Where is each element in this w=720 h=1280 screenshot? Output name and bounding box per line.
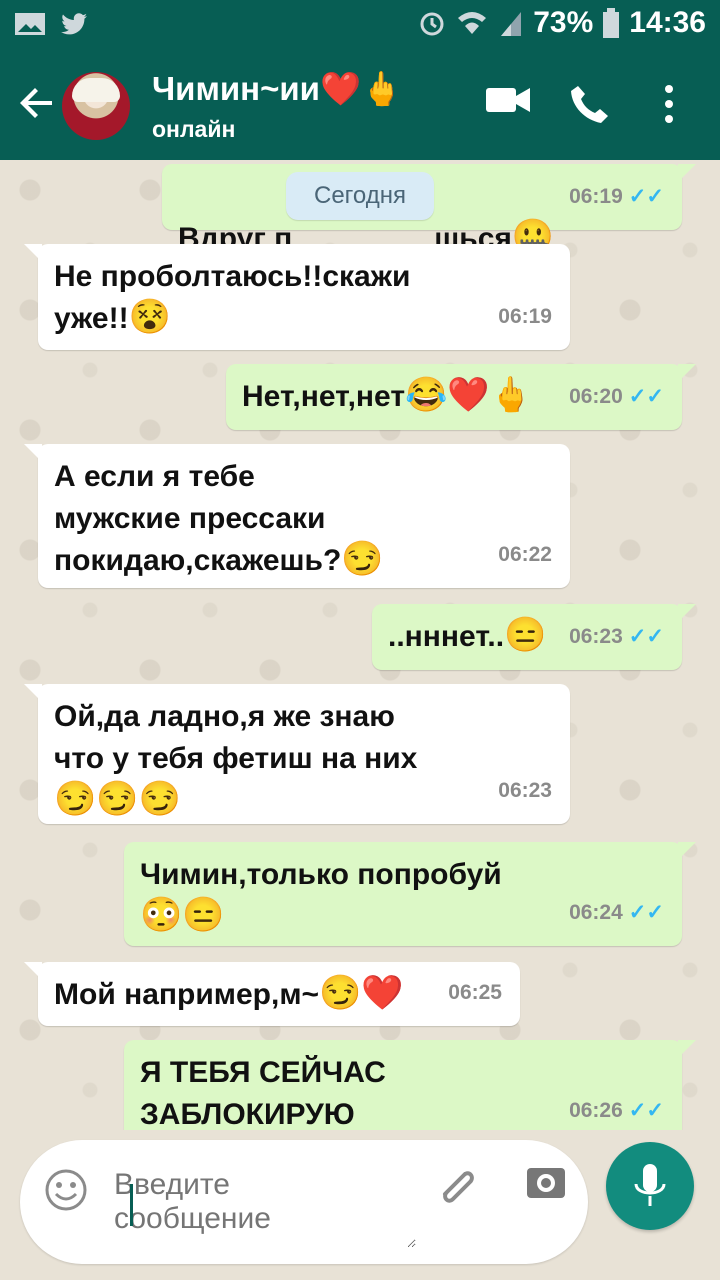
message-bubble-outgoing[interactable]: Чимин,только попробуй 😳😑 06:24 ✓✓ [124, 842, 696, 946]
read-receipt-icon: ✓✓ [628, 185, 664, 208]
wifi-icon [458, 12, 487, 34]
more-vertical-icon[interactable] [662, 82, 676, 126]
notification-icons [14, 10, 90, 38]
message-time: 06:19 [498, 305, 552, 328]
message-bubble-outgoing[interactable]: Нет,нет,нет😂❤️🖕 06:20 ✓✓ [226, 364, 696, 430]
message-time: 06:26 ✓✓ [569, 1099, 664, 1122]
message-text: Нет,нет,нет😂❤️🖕 [242, 376, 533, 414]
message-time: 06:20 ✓✓ [569, 385, 664, 408]
status-bar: 73% 14:36 [0, 0, 720, 48]
text-cursor [130, 1184, 133, 1226]
clock: 14:36 [629, 6, 706, 39]
read-receipt-icon: ✓✓ [628, 385, 664, 408]
message-time: 06:24 ✓✓ [569, 901, 664, 924]
read-receipt-icon: ✓✓ [628, 625, 664, 648]
message-input[interactable] [112, 1166, 416, 1248]
message-time: 06:25 [448, 981, 502, 1004]
attachment-icon[interactable] [434, 1164, 480, 1214]
system-status: 73% 14:36 [417, 6, 706, 40]
read-receipt-icon: ✓✓ [628, 1099, 664, 1122]
message-time: 06:23 ✓✓ [569, 625, 664, 648]
alarm-icon [420, 12, 444, 36]
contact-name[interactable]: Чимин~ии❤️🖕 [152, 70, 402, 109]
message-bubble-incoming[interactable]: А если я тебе мужские прессаки покидаю,с… [24, 444, 570, 588]
contact-status: онлайн [152, 116, 236, 142]
message-text: А если я тебе мужские прессаки покидаю,с… [54, 460, 384, 578]
message-time: 06:23 [498, 779, 552, 802]
message-bubble-outgoing[interactable]: ..нннет..😑 06:23 ✓✓ [372, 604, 696, 670]
message-text: Не проболтаюсь!!скажи уже!!😵 [54, 260, 411, 336]
message-composer [20, 1140, 588, 1264]
camera-icon[interactable] [523, 1160, 569, 1206]
message-text: Чимин,только попробуй 😳😑 [140, 858, 502, 934]
date-separator: Сегодня [286, 172, 434, 220]
message-text: Ой,да ладно,я же знаю что у тебя фетиш н… [54, 700, 418, 818]
microphone-icon [634, 1164, 666, 1206]
message-time: 06:22 [498, 543, 552, 566]
message-text: Я ТЕБЯ СЕЙЧАС ЗАБЛОКИРУЮ [140, 1056, 386, 1130]
message-bubble-incoming[interactable]: Мой например,м~😏❤️ 06:25 [24, 962, 520, 1026]
message-text: Мой например,м~😏❤️ [54, 974, 404, 1012]
battery-percentage: 73% [533, 6, 594, 39]
avatar[interactable] [62, 72, 130, 140]
twitter-icon [61, 13, 87, 35]
read-receipt-icon: ✓✓ [628, 901, 664, 924]
message-text: ..нннет..😑 [388, 616, 547, 654]
video-call-icon[interactable] [484, 82, 532, 118]
phone-call-icon[interactable] [568, 82, 610, 124]
message-bubble-outgoing[interactable]: Вдруг п шься🤐 06:19 ✓✓ Сегодня [162, 164, 696, 255]
chat-header: Чимин~ии❤️🖕 онлайн [0, 48, 720, 160]
battery-icon [603, 8, 620, 38]
message-bubble-outgoing[interactable]: Я ТЕБЯ СЕЙЧАС ЗАБЛОКИРУЮ 06:26 ✓✓ [124, 1040, 696, 1130]
message-time: 06:19 ✓✓ [569, 185, 664, 208]
signal-icon [501, 12, 522, 36]
message-bubble-incoming[interactable]: Не проболтаюсь!!скажи уже!!😵 06:19 [24, 244, 570, 350]
message-bubble-incoming[interactable]: Ой,да ладно,я же знаю что у тебя фетиш н… [24, 684, 570, 824]
back-arrow-icon[interactable] [18, 84, 56, 122]
message-list[interactable]: Вдруг п шься🤐 06:19 ✓✓ Сегодня Не проболта… [0, 160, 720, 1130]
microphone-button[interactable] [606, 1142, 694, 1230]
gallery-icon [15, 13, 45, 35]
emoji-icon[interactable] [44, 1168, 88, 1212]
